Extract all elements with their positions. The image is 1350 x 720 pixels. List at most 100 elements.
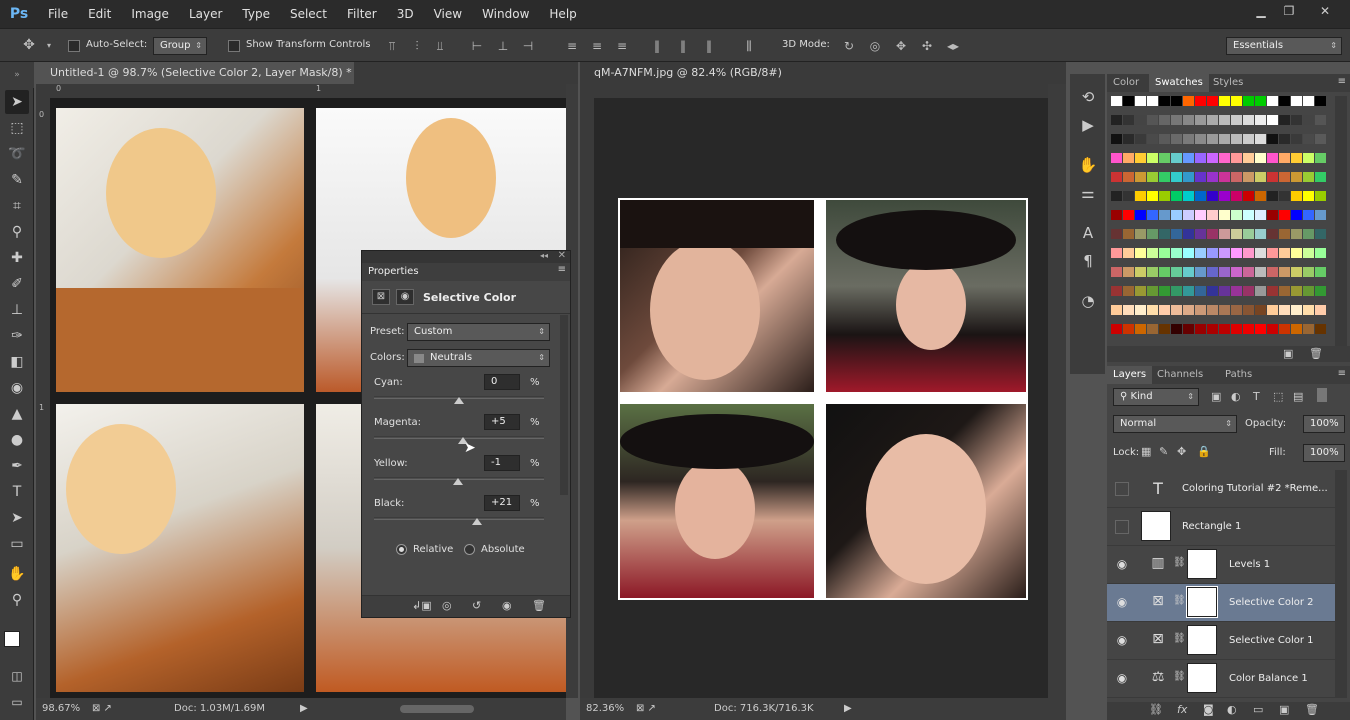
swatch[interactable] (1303, 191, 1314, 201)
swatch[interactable] (1183, 96, 1194, 106)
swatch[interactable] (1315, 305, 1326, 315)
cyan-value-input[interactable]: 0 (484, 374, 520, 390)
swatch[interactable] (1111, 172, 1122, 182)
swatch[interactable] (1243, 210, 1254, 220)
swatch[interactable] (1291, 191, 1302, 201)
black-slider-track[interactable] (374, 517, 544, 520)
swatch[interactable] (1135, 248, 1146, 258)
swatch[interactable] (1147, 172, 1158, 182)
swatch[interactable] (1219, 96, 1230, 106)
hand-tool-icon[interactable]: ✋ (5, 562, 29, 586)
swatch[interactable] (1255, 210, 1266, 220)
swatch[interactable] (1255, 286, 1266, 296)
add-mask-icon[interactable]: ◙ (1203, 703, 1214, 716)
navigator-icon[interactable]: ◔ (1077, 290, 1099, 312)
foreground-color-swatch[interactable] (4, 631, 20, 647)
swatch[interactable] (1123, 153, 1134, 163)
swatch[interactable] (1159, 305, 1170, 315)
tab-qm-a7nfm[interactable]: qM-A7NFM.jpg @ 82.4% (RGB/8#) × (580, 62, 790, 101)
swatch[interactable] (1231, 191, 1242, 201)
swatch[interactable] (1135, 229, 1146, 239)
align-left-icon[interactable]: ⊢ (470, 39, 484, 53)
new-adjustment-icon[interactable]: ◐ (1227, 703, 1237, 716)
menu-select[interactable]: Select (280, 0, 337, 28)
swatch[interactable] (1315, 248, 1326, 258)
swatch[interactable] (1231, 153, 1242, 163)
swatch[interactable] (1315, 153, 1326, 163)
swatch[interactable] (1243, 267, 1254, 277)
swatch[interactable] (1135, 96, 1146, 106)
reset-icon[interactable]: ↺ (472, 599, 481, 612)
yellow-value-input[interactable]: -1 (484, 455, 520, 471)
fill-input[interactable]: 100% (1303, 444, 1345, 462)
tab-paths[interactable]: Paths (1219, 366, 1258, 384)
swatch[interactable] (1135, 267, 1146, 277)
eyedropper-tool-icon[interactable]: ⚲ (5, 220, 29, 244)
swatch[interactable] (1279, 172, 1290, 182)
swatch[interactable] (1231, 324, 1242, 334)
collapse-icon[interactable]: ◂◂ (540, 251, 548, 260)
swatch[interactable] (1279, 324, 1290, 334)
swatch[interactable] (1267, 286, 1278, 296)
swatch[interactable] (1267, 267, 1278, 277)
trash-icon[interactable]: 🗑 (1305, 703, 1319, 716)
swatch[interactable] (1303, 210, 1314, 220)
swatch[interactable] (1135, 324, 1146, 334)
swatch[interactable] (1195, 286, 1206, 296)
chain-link-icon[interactable]: ⛓ (1173, 557, 1186, 568)
swatch[interactable] (1123, 324, 1134, 334)
layer-row[interactable]: ◉ ⚖ ⛓ Color Balance 1 (1107, 660, 1335, 698)
swatch[interactable] (1315, 324, 1326, 334)
cyan-slider-thumb[interactable] (454, 397, 464, 404)
swatch[interactable] (1147, 115, 1158, 125)
swatch[interactable] (1207, 286, 1218, 296)
crop-tool-icon[interactable]: ⌗ (5, 194, 29, 218)
swatch[interactable] (1195, 305, 1206, 315)
menu-3d[interactable]: 3D (387, 0, 424, 28)
swatch[interactable] (1207, 324, 1218, 334)
swatch[interactable] (1243, 153, 1254, 163)
menu-layer[interactable]: Layer (179, 0, 232, 28)
tab-color[interactable]: Color (1107, 74, 1145, 92)
swatch[interactable] (1207, 305, 1218, 315)
swatch[interactable] (1159, 153, 1170, 163)
swatch[interactable] (1279, 267, 1290, 277)
swatch[interactable] (1147, 248, 1158, 258)
view-previous-icon[interactable]: ◎ (442, 599, 452, 612)
paragraph-icon[interactable]: ¶ (1077, 250, 1099, 272)
swatch[interactable] (1315, 134, 1326, 144)
status-menu-arrow-icon[interactable]: ▶ (300, 698, 308, 720)
swatch[interactable] (1159, 210, 1170, 220)
eye-icon[interactable]: ◉ (1113, 633, 1131, 649)
swatch[interactable] (1207, 191, 1218, 201)
horizontal-scrollbar[interactable] (400, 705, 474, 713)
swatch[interactable] (1255, 267, 1266, 277)
chevron-down-icon[interactable]: ▾ (42, 39, 56, 53)
menu-filter[interactable]: Filter (337, 0, 387, 28)
swatch[interactable] (1255, 248, 1266, 258)
swatch[interactable] (1279, 305, 1290, 315)
swatch[interactable] (1123, 229, 1134, 239)
swatch[interactable] (1243, 248, 1254, 258)
swatch[interactable] (1291, 134, 1302, 144)
swatch[interactable] (1183, 153, 1194, 163)
lock-transparent-icon[interactable]: ▦ (1141, 445, 1151, 458)
swatch[interactable] (1207, 153, 1218, 163)
mask-icon[interactable]: ◉ (396, 289, 414, 305)
swatch[interactable] (1303, 96, 1314, 106)
menu-type[interactable]: Type (232, 0, 280, 28)
swatch[interactable] (1291, 153, 1302, 163)
3d-rotate-icon[interactable]: ↻ (842, 39, 856, 53)
swatch[interactable] (1219, 248, 1230, 258)
swatch[interactable] (1207, 172, 1218, 182)
swatch[interactable] (1159, 267, 1170, 277)
swatch[interactable] (1111, 267, 1122, 277)
swatch[interactable] (1219, 267, 1230, 277)
filter-pixel-icon[interactable]: ▣ (1211, 390, 1221, 403)
swatch[interactable] (1171, 153, 1182, 163)
filter-adjustment-icon[interactable]: ◐ (1231, 390, 1241, 403)
swatch[interactable] (1219, 172, 1230, 182)
link-layers-icon[interactable]: ⛓ (1149, 703, 1163, 716)
trash-icon[interactable]: 🗑 (532, 599, 546, 612)
swatch[interactable] (1243, 115, 1254, 125)
